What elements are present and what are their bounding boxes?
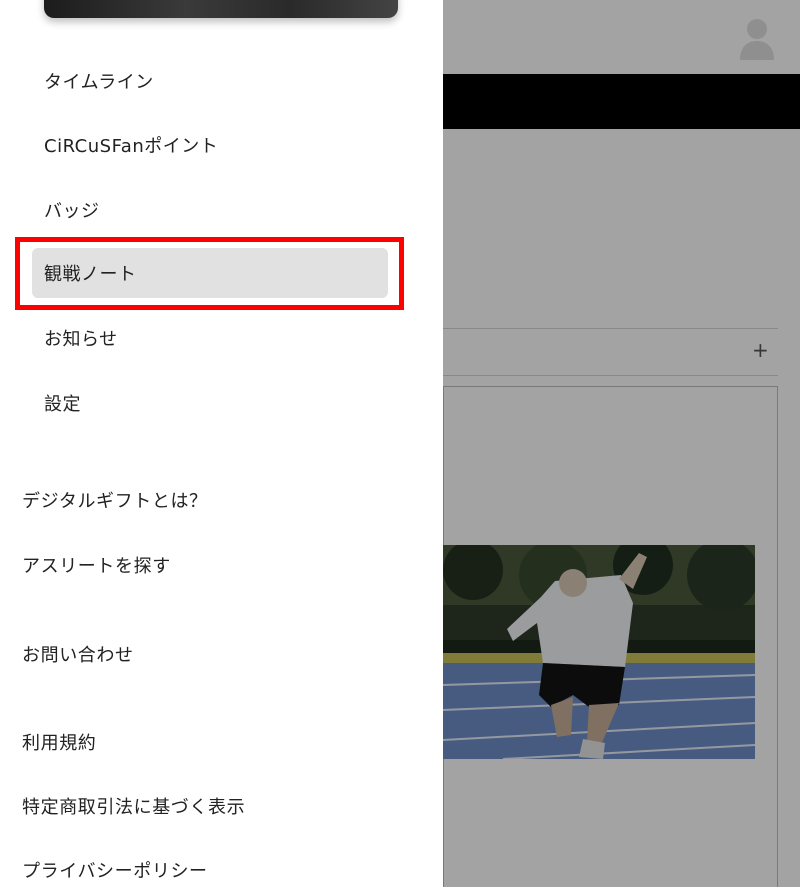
menu-item-label: 設定	[44, 394, 81, 415]
menu-item-label: CiRCuSFanポイント	[44, 136, 219, 157]
menu-item-settings[interactable]: 設定	[32, 378, 388, 428]
link-commercial-law[interactable]: 特定商取引法に基づく表示	[22, 795, 245, 821]
drawer-banner-image	[44, 0, 398, 18]
navigation-drawer: タイムライン CiRCuSFanポイント バッジ 観戦ノート お知らせ 設定 デ…	[0, 0, 443, 887]
link-find-athletes[interactable]: アスリートを探す	[22, 554, 171, 580]
menu-item-notifications[interactable]: お知らせ	[32, 313, 388, 363]
link-terms[interactable]: 利用規約	[22, 731, 96, 757]
highlight-box	[15, 237, 404, 310]
menu-item-points[interactable]: CiRCuSFanポイント	[32, 120, 388, 170]
link-digital-gift[interactable]: デジタルギフトとは？	[22, 489, 208, 515]
menu-item-badges[interactable]: バッジ	[32, 185, 388, 235]
link-contact[interactable]: お問い合わせ	[22, 643, 134, 669]
menu-item-label: お知らせ	[44, 329, 118, 350]
menu-item-label: タイムライン	[44, 72, 154, 93]
menu-item-timeline[interactable]: タイムライン	[32, 56, 388, 106]
menu-item-label: バッジ	[44, 201, 100, 222]
link-privacy-policy[interactable]: プライバシーポリシー	[22, 859, 208, 885]
